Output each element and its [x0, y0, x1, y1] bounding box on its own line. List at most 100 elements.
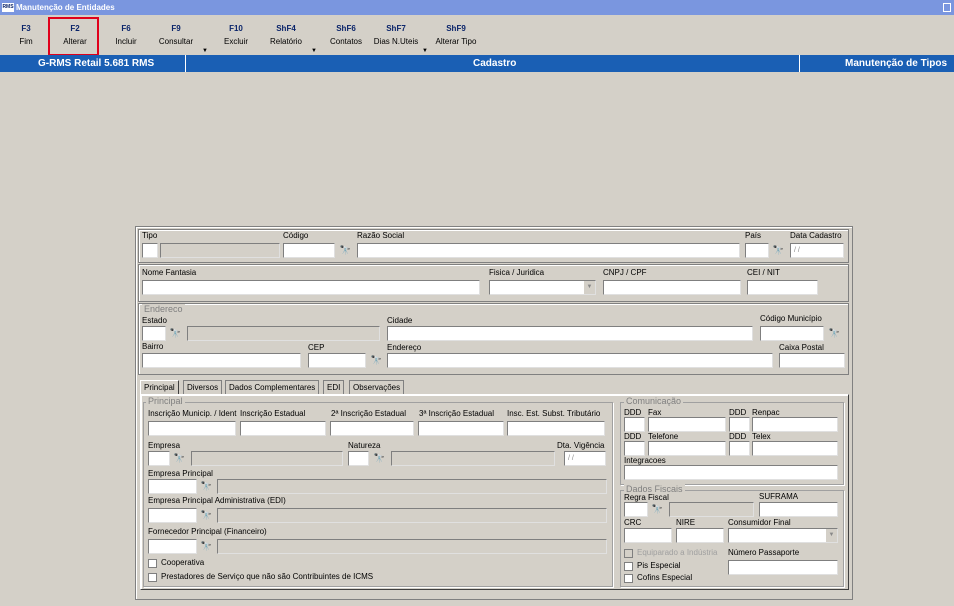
- toolbar-button-dias-nuteis[interactable]: ShF7 Dias N.Uteis: [371, 24, 421, 46]
- pis-checkbox[interactable]: [624, 562, 633, 571]
- toolbar-button-relatorio[interactable]: ShF4 Relatório: [264, 24, 308, 46]
- toolbar-button-consultar[interactable]: F9 Consultar: [153, 24, 199, 46]
- razao-input[interactable]: [357, 243, 740, 258]
- insc-subst-label: Insc. Est. Subst. Tributário: [507, 409, 601, 418]
- pais-input[interactable]: [745, 243, 769, 258]
- fax-ddd-input[interactable]: [624, 417, 645, 432]
- binoculars-icon[interactable]: 🔭: [338, 243, 353, 258]
- cei-input[interactable]: [747, 280, 818, 295]
- dta-vigencia-input[interactable]: / /: [564, 451, 606, 466]
- fornecedor-input[interactable]: [148, 539, 197, 554]
- insc-subst-input[interactable]: [507, 421, 605, 436]
- binoculars-icon[interactable]: 🔭: [372, 451, 387, 466]
- data-cadastro-input[interactable]: / /: [790, 243, 844, 258]
- header-divider: [799, 55, 800, 72]
- equiparado-label: Equiparado a Indústria: [637, 548, 718, 557]
- suframa-input[interactable]: [759, 502, 838, 517]
- relatorio-dropdown-icon[interactable]: ▼: [311, 48, 317, 54]
- dta-vigencia-label: Dta. Vigência: [557, 441, 605, 450]
- empresa-principal-label: Empresa Principal: [148, 469, 213, 478]
- header-section: Cadastro: [473, 58, 517, 69]
- consumidor-select[interactable]: ▼: [728, 528, 838, 543]
- chevron-down-icon[interactable]: ▼: [825, 529, 837, 542]
- nire-input[interactable]: [676, 528, 724, 543]
- renpac-ddd-input[interactable]: [729, 417, 750, 432]
- regra-input[interactable]: [624, 502, 648, 517]
- binoculars-icon[interactable]: 🔭: [172, 451, 187, 466]
- insc2-label: 2ª Inscrição Estadual: [331, 409, 406, 418]
- cofins-checkbox[interactable]: [624, 574, 633, 583]
- renpac-input[interactable]: [752, 417, 838, 432]
- cep-input[interactable]: [308, 353, 366, 368]
- cooperativa-checkbox[interactable]: [148, 559, 157, 568]
- endereco-label: Endereço: [387, 343, 422, 352]
- chevron-down-icon[interactable]: ▼: [583, 281, 595, 294]
- prestadores-checkbox[interactable]: [148, 573, 157, 582]
- tab-diversos[interactable]: Diversos: [183, 380, 223, 395]
- tab-observacoes[interactable]: Observações: [349, 380, 405, 395]
- equiparado-checkbox: [624, 549, 633, 558]
- minimize-button[interactable]: [943, 3, 951, 12]
- codigo-input[interactable]: [283, 243, 335, 258]
- empresa-principal-input[interactable]: [148, 479, 197, 494]
- natureza-input[interactable]: [348, 451, 369, 466]
- prestadores-label: Prestadores de Serviço que não são Contr…: [161, 572, 374, 581]
- passaporte-label: Número Passaporte: [728, 548, 800, 557]
- insc-estadual-label: Inscrição Estadual: [240, 409, 306, 418]
- empresa-input[interactable]: [148, 451, 170, 466]
- toolbar-button-alterar-tipo[interactable]: ShF9 Alterar Tipo: [432, 24, 480, 46]
- integracoes-input[interactable]: [624, 465, 838, 480]
- binoculars-icon[interactable]: 🔭: [369, 353, 384, 368]
- tab-edi[interactable]: EDI: [323, 380, 345, 395]
- telefone-ddd-input[interactable]: [624, 441, 645, 456]
- fisica-select[interactable]: ▼: [489, 280, 596, 295]
- cnpj-input[interactable]: [603, 280, 741, 295]
- telex-ddd-input[interactable]: [729, 441, 750, 456]
- binoculars-icon[interactable]: 🔭: [168, 326, 183, 341]
- empresa-adm-input[interactable]: [148, 508, 197, 523]
- toolbar-button-contatos[interactable]: ShF6 Contatos: [325, 24, 367, 46]
- cidade-input[interactable]: [387, 326, 753, 341]
- insc2-input[interactable]: [330, 421, 414, 436]
- toolbar-button-fim[interactable]: F3 Fim: [12, 24, 40, 46]
- empresa-label: Empresa: [148, 441, 181, 450]
- endereco-input[interactable]: [387, 353, 773, 368]
- cofins-label: Cofins Especial: [637, 573, 693, 582]
- binoculars-icon[interactable]: 🔭: [199, 479, 214, 494]
- caixa-postal-input[interactable]: [779, 353, 845, 368]
- data-cadastro-label: Data Cadastro: [790, 231, 842, 240]
- binoculars-icon[interactable]: 🔭: [771, 243, 786, 258]
- fax-input[interactable]: [648, 417, 726, 432]
- codigo-municipio-input[interactable]: [760, 326, 824, 341]
- cei-label: CEI / NIT: [747, 268, 780, 277]
- tipo-input[interactable]: [142, 243, 158, 258]
- binoculars-icon[interactable]: 🔭: [650, 502, 665, 517]
- toolbar-button-incluir[interactable]: F6 Incluir: [108, 24, 144, 46]
- crc-input[interactable]: [624, 528, 672, 543]
- passaporte-input[interactable]: [728, 560, 838, 575]
- telefone-label: Telefone: [648, 432, 679, 441]
- insc3-input[interactable]: [418, 421, 504, 436]
- consultar-dropdown-icon[interactable]: ▼: [202, 48, 208, 54]
- title-bar: RMS Manutenção de Entidades: [0, 0, 954, 15]
- telefone-input[interactable]: [648, 441, 726, 456]
- header-bar: G-RMS Retail 5.681 RMS Cadastro Manutenç…: [0, 55, 954, 72]
- binoculars-icon[interactable]: 🔭: [199, 539, 214, 554]
- pis-label: Pis Especial: [637, 561, 681, 570]
- insc-estadual-input[interactable]: [240, 421, 326, 436]
- tipo-label: Tipo: [142, 231, 158, 240]
- ddd-label: DDD: [729, 432, 747, 441]
- natureza-label: Natureza: [348, 441, 381, 450]
- bairro-input[interactable]: [142, 353, 301, 368]
- binoculars-icon[interactable]: 🔭: [827, 326, 842, 341]
- header-screen: Manutenção de Tipos: [845, 58, 948, 69]
- tab-dados-complementares[interactable]: Dados Complementares: [225, 380, 320, 395]
- fantasia-input[interactable]: [142, 280, 480, 295]
- insc-municip-input[interactable]: [148, 421, 236, 436]
- header-divider: [185, 55, 186, 72]
- telex-input[interactable]: [752, 441, 838, 456]
- binoculars-icon[interactable]: 🔭: [199, 508, 214, 523]
- dias-dropdown-icon[interactable]: ▼: [422, 48, 428, 54]
- toolbar-button-excluir[interactable]: F10 Excluir: [218, 24, 254, 46]
- estado-input[interactable]: [142, 326, 166, 341]
